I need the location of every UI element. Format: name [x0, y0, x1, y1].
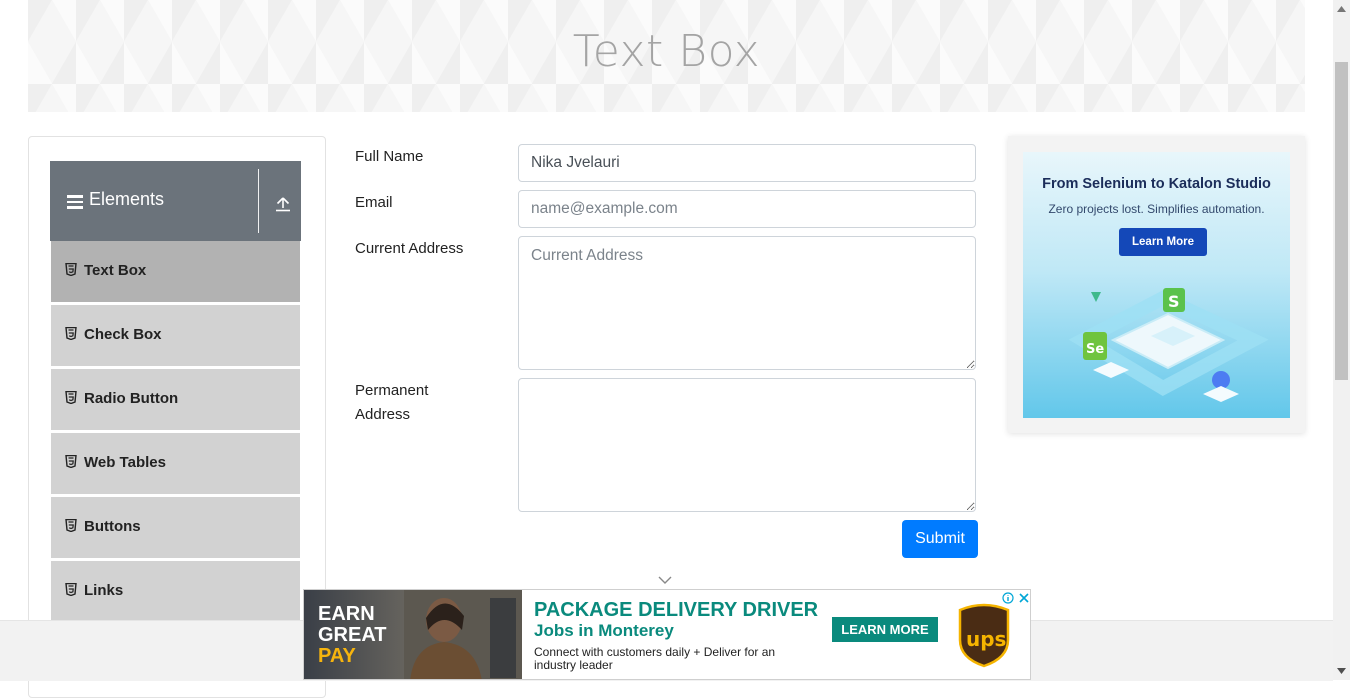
permanent-address-label-line2: Address [355, 406, 411, 423]
upload-arrow-icon[interactable] [274, 195, 292, 213]
sidebar-item-label: Web Tables [84, 454, 166, 471]
ad-learn-more-button[interactable]: LEARN MORE [832, 617, 938, 642]
side-ad[interactable]: From Selenium to Katalon Studio Zero pro… [1008, 136, 1305, 433]
ad-info-icon[interactable] [1002, 592, 1014, 604]
sidebar-item-web-tables[interactable]: Web Tables [51, 433, 300, 496]
ad-earn-text: EARN [318, 603, 375, 625]
driver-photo [404, 590, 522, 679]
svg-text:Se: Se [1086, 342, 1104, 357]
scroll-up-arrow-icon[interactable] [1337, 6, 1346, 12]
ups-logo-text: ups [966, 627, 1006, 651]
ad-description: Connect with customers daily + Deliver f… [534, 645, 776, 672]
html5-icon [65, 455, 77, 468]
scrollbar-thumb[interactable] [1335, 62, 1348, 380]
ad-pay-text: PAY [318, 645, 356, 667]
ad-great-text: GREAT [318, 624, 387, 646]
ups-logo: ups [958, 603, 1010, 668]
automation-illustration: S Se [1068, 288, 1269, 402]
email-label: Email [355, 194, 393, 211]
html5-icon [65, 391, 77, 404]
page-title: Text Box [572, 26, 761, 77]
left-panel: Elements Text Box Check Box Radio Button… [28, 136, 326, 698]
chevron-down-icon[interactable] [658, 576, 672, 584]
html5-icon [65, 519, 77, 532]
permanent-address-label-line1: Permanent [355, 382, 429, 399]
current-address-input[interactable] [518, 236, 976, 370]
full-name-label: Full Name [355, 148, 424, 165]
sidebar-item-buttons[interactable]: Buttons [51, 497, 300, 560]
svg-text:S: S [1168, 292, 1180, 311]
sidebar-item-label: Links [84, 582, 124, 599]
sidebar-item-label: Check Box [84, 326, 162, 343]
elements-group-header[interactable]: Elements [50, 161, 301, 241]
ad-title: PACKAGE DELIVERY DRIVER [534, 599, 819, 621]
ad-photo: EARN GREAT PAY [304, 590, 522, 679]
permanent-address-label: Permanent Address [355, 379, 428, 427]
scroll-down-arrow-icon[interactable] [1337, 668, 1346, 674]
sidebar-item-label: Buttons [84, 518, 141, 535]
ad-close-icon[interactable] [1018, 592, 1030, 604]
sidebar-item-check-box[interactable]: Check Box [51, 305, 300, 368]
html5-icon [65, 263, 77, 276]
header-divider [258, 169, 259, 233]
hamburger-icon [67, 195, 83, 209]
bottom-banner-ad[interactable]: EARN GREAT PAY PACKAGE DELIVERY DRIVER J… [303, 589, 1031, 680]
full-name-input[interactable] [518, 144, 976, 182]
current-address-label: Current Address [355, 240, 464, 257]
sidebar-item-label: Radio Button [84, 390, 179, 407]
elements-group-title: Elements [89, 189, 165, 209]
side-ad-learn-more-button[interactable]: Learn More [1119, 228, 1207, 256]
sidebar-item-label: Text Box [84, 262, 147, 279]
email-input[interactable] [518, 190, 976, 228]
permanent-address-input[interactable] [518, 378, 976, 512]
page-banner: Text Box [28, 0, 1305, 112]
submit-button[interactable]: Submit [902, 520, 978, 558]
side-ad-creative[interactable]: From Selenium to Katalon Studio Zero pro… [1023, 152, 1290, 418]
sidebar-item-links[interactable]: Links [51, 561, 300, 624]
side-ad-subline: Zero projects lost. Simplifies automatio… [1048, 202, 1265, 216]
vertical-scrollbar[interactable] [1333, 0, 1350, 680]
sidebar-item-radio-button[interactable]: Radio Button [51, 369, 300, 432]
sidebar-item-text-box[interactable]: Text Box [51, 241, 300, 304]
html5-icon [65, 583, 77, 596]
side-ad-headline: From Selenium to Katalon Studio [1042, 176, 1271, 192]
html5-icon [65, 327, 77, 340]
ad-subtitle: Jobs in Monterey [534, 621, 674, 640]
